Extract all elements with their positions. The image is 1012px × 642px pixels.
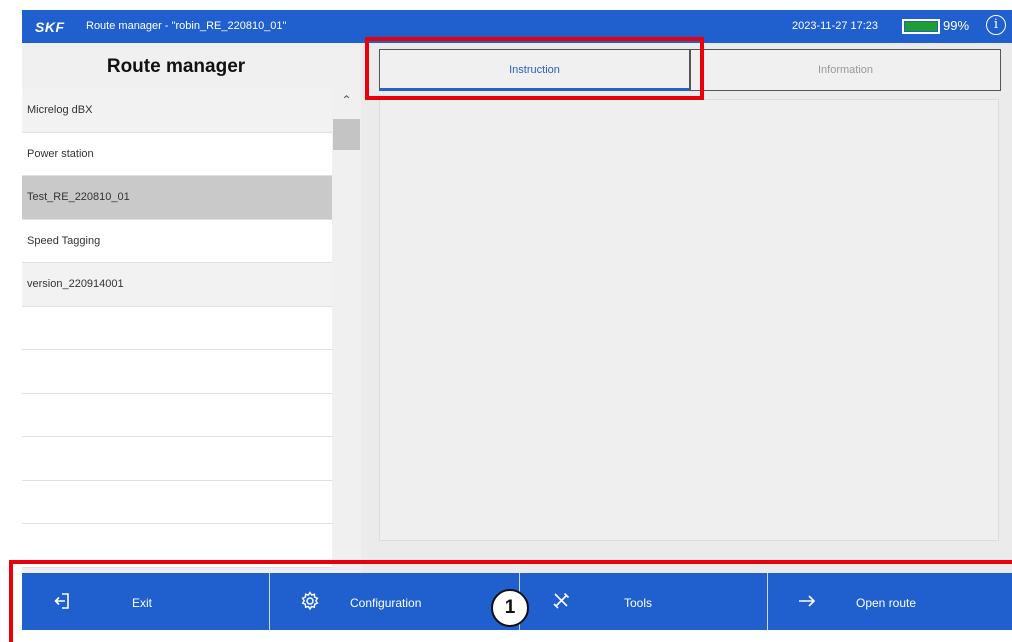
- route-list-item[interactable]: Micrelog dBX: [22, 89, 332, 133]
- exit-button[interactable]: Exit: [22, 573, 269, 630]
- info-icon[interactable]: i: [986, 15, 1006, 35]
- route-manager-header: Route manager: [22, 43, 361, 89]
- route-list-item[interactable]: Power station: [22, 132, 332, 176]
- tools-label: Tools: [624, 596, 653, 610]
- details-panel: Instruction Information: [361, 43, 1012, 573]
- skf-logo: SKF: [35, 19, 65, 35]
- configuration-label: Configuration: [350, 596, 422, 610]
- empty-list-row: [22, 524, 332, 568]
- empty-list-row: [22, 437, 332, 481]
- tools-button[interactable]: Tools: [519, 573, 767, 630]
- empty-list-row: [22, 480, 332, 524]
- empty-list-row: [22, 393, 332, 437]
- battery-icon: [902, 19, 940, 34]
- route-list-item[interactable]: Test_RE_220810_01: [22, 176, 332, 220]
- configuration-button[interactable]: Configuration: [269, 573, 519, 630]
- callout-marker: 1: [491, 589, 529, 627]
- scroll-up-icon[interactable]: ⌃: [332, 93, 361, 107]
- open-route-button[interactable]: Open route: [767, 573, 1012, 630]
- tab-instruction[interactable]: Instruction: [379, 49, 690, 91]
- gear-icon: [299, 591, 321, 613]
- exit-icon: [52, 591, 74, 613]
- empty-list-row: [22, 306, 332, 350]
- window-title: Route manager - "robin_RE_220810_01": [86, 20, 287, 32]
- battery-level: [905, 22, 937, 31]
- exit-label: Exit: [132, 596, 153, 610]
- empty-list-row: [22, 350, 332, 394]
- instruction-content: [379, 99, 999, 541]
- scrollbar[interactable]: ⌃ ⌄: [332, 89, 361, 605]
- tab-information[interactable]: Information: [690, 49, 1001, 91]
- page-title: Route manager: [106, 56, 246, 77]
- scroll-thumb[interactable]: [333, 119, 360, 150]
- open-route-label: Open route: [856, 596, 917, 610]
- tools-icon: [550, 591, 572, 613]
- route-list-item[interactable]: Speed Tagging: [22, 219, 332, 263]
- datetime: 2023-11-27 17:23: [792, 20, 879, 32]
- title-bar: SKF Route manager - "robin_RE_220810_01"…: [22, 10, 1012, 43]
- arrow-right-icon: [796, 591, 818, 613]
- route-list-panel: Route manager Micrelog dBX Power station T…: [22, 43, 361, 605]
- route-list: Micrelog dBX Power station Test_RE_220810_…: [22, 89, 332, 568]
- battery-percentage: 99%: [943, 18, 970, 33]
- route-list-item[interactable]: version_220914001: [22, 263, 332, 307]
